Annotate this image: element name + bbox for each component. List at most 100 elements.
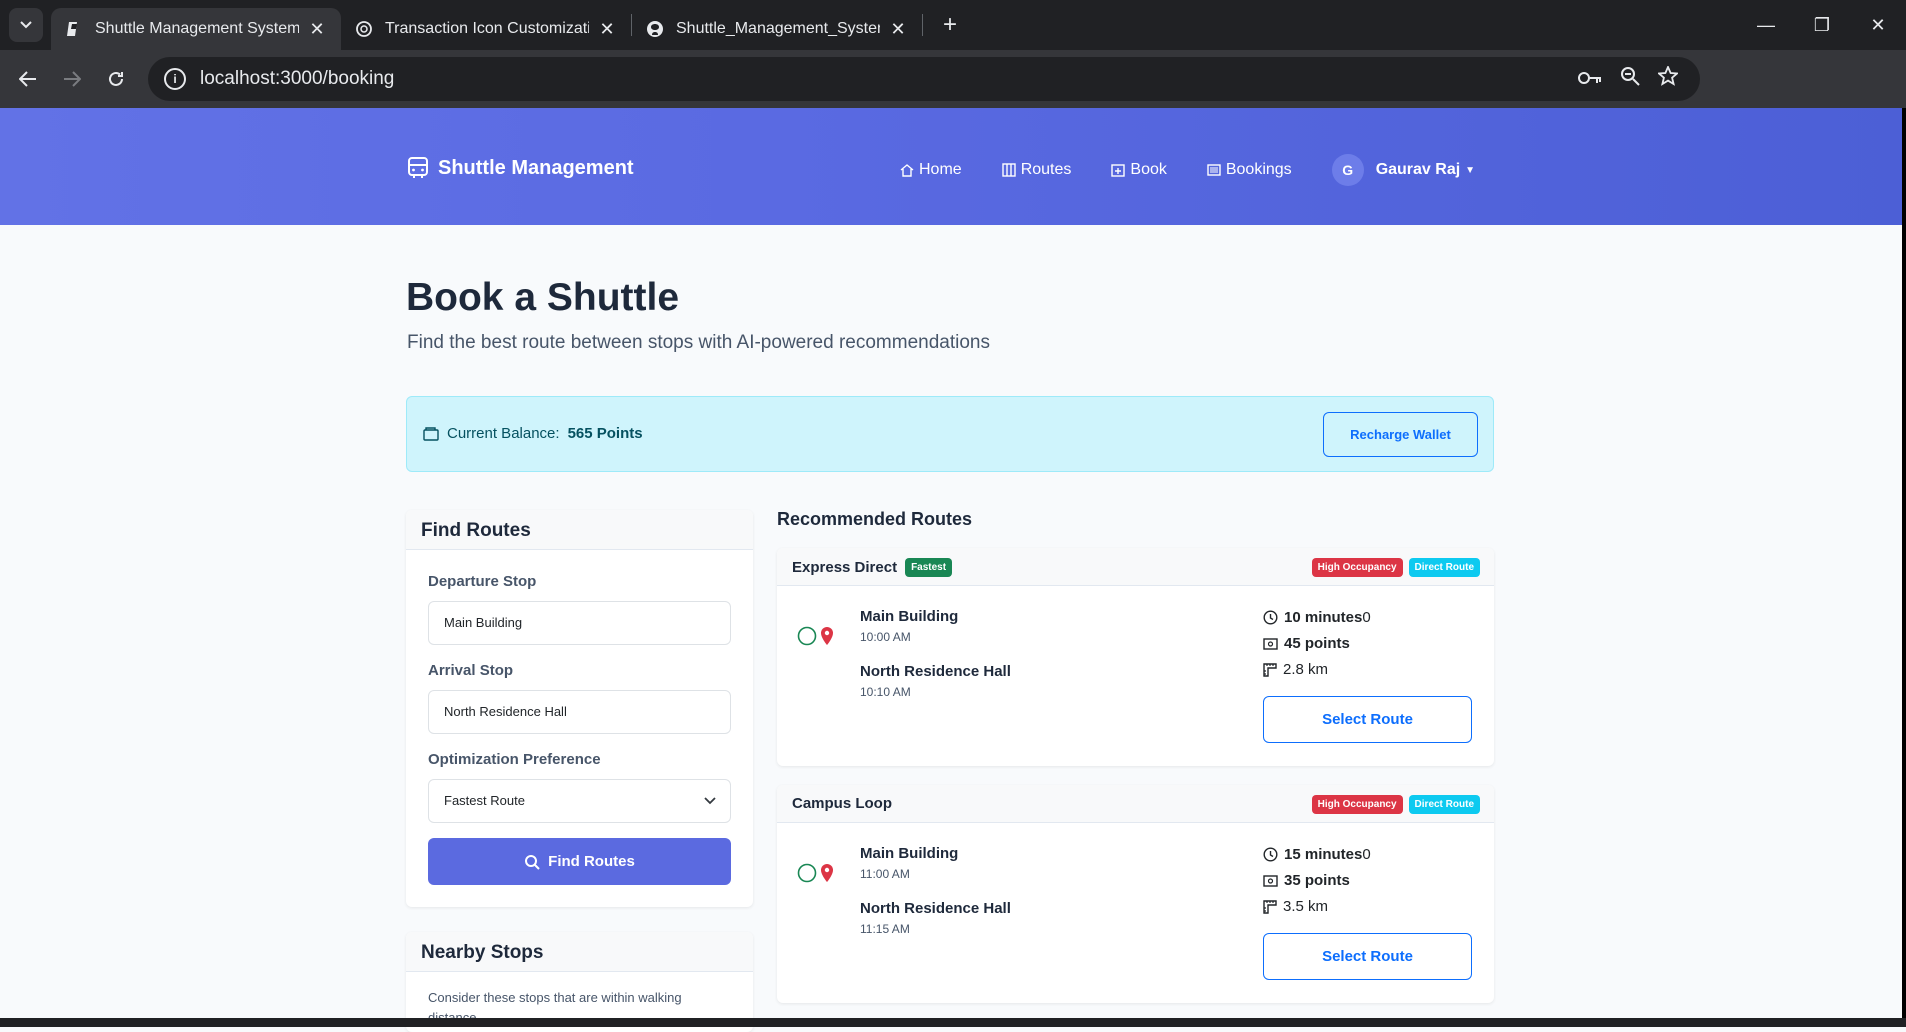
password-key-icon[interactable] <box>1578 68 1602 91</box>
chevron-down-icon <box>704 797 716 805</box>
close-tab-icon[interactable]: ✕ <box>888 19 908 40</box>
github-icon <box>646 20 664 38</box>
user-name: Gaurav Raj <box>1375 161 1461 178</box>
chevron-down-icon <box>20 21 32 29</box>
tab-title: Shuttle_Management_System/fr <box>676 20 880 37</box>
zoom-icon[interactable] <box>1620 66 1640 92</box>
new-tab-button[interactable]: + <box>935 11 965 39</box>
close-tab-icon[interactable]: ✕ <box>307 19 327 40</box>
find-routes-button[interactable]: Find Routes <box>428 838 731 885</box>
duration-value: 10 minutes <box>1284 609 1363 626</box>
nav-home[interactable]: Home <box>900 161 962 179</box>
departure-select[interactable]: Main Building <box>428 601 731 645</box>
balance-value: 565 Points <box>567 425 643 442</box>
distance-value: 3.5 km <box>1283 898 1329 915</box>
browser-tab-active[interactable]: Shuttle Management System ✕ <box>51 8 341 50</box>
nav-routes[interactable]: Routes <box>1001 161 1071 179</box>
wallet-icon <box>423 426 439 441</box>
address-bar[interactable]: i localhost:3000/booking <box>148 57 1700 101</box>
route-card-header: Campus Loop High Occupancy Direct Route <box>777 785 1494 823</box>
tab-title: Shuttle Management System <box>95 20 299 37</box>
nearby-stops-title: Nearby Stops <box>406 932 753 972</box>
cash-icon <box>1263 874 1278 887</box>
nav-bookings-label: Bookings <box>1225 161 1292 178</box>
user-menu[interactable]: G Gaurav Raj ▼ <box>1331 154 1475 186</box>
tab-search-button[interactable] <box>9 8 43 42</box>
departure-time: 11:00 AM <box>860 867 910 881</box>
chatgpt-icon <box>355 20 373 38</box>
duration-value: 15 minutes <box>1284 846 1363 863</box>
recommended-routes-title: Recommended Routes <box>777 509 973 529</box>
select-route-button[interactable]: Select Route <box>1263 933 1472 980</box>
nav-links: Home Routes Book Bookings G Gaurav Raj ▼ <box>900 154 1475 186</box>
origin-circle-icon <box>797 626 817 646</box>
clock-icon <box>1263 610 1278 625</box>
route-name-wrap: Campus Loop <box>792 795 892 812</box>
brand-name: Shuttle Management <box>438 156 634 179</box>
occupancy-badge: High Occupancy <box>1311 795 1403 814</box>
direct-route-badge: Direct Route <box>1408 558 1480 577</box>
nav-bookings[interactable]: Bookings <box>1207 161 1292 179</box>
departure-stop-name: Main Building <box>860 608 959 625</box>
site-info-icon[interactable]: i <box>164 68 186 90</box>
arrival-time: 10:10 AM <box>860 685 911 699</box>
app-navbar: Shuttle Management Home Routes Book Book… <box>0 108 1906 225</box>
arrival-time: 11:15 AM <box>860 922 910 936</box>
url-text: localhost:3000/booking <box>200 68 395 89</box>
close-window-icon[interactable]: ✕ <box>1850 0 1906 50</box>
select-route-button[interactable]: Select Route <box>1263 696 1472 743</box>
departure-stop-name: Main Building <box>860 845 959 862</box>
app-favicon-icon <box>65 20 83 38</box>
page-subtitle: Find the best route between stops with A… <box>407 332 990 353</box>
cash-icon <box>1263 637 1278 650</box>
search-icon <box>525 854 540 870</box>
preference-value: Fastest Route <box>444 793 525 808</box>
arrow-left-icon <box>19 71 36 87</box>
points-value: 45 points <box>1284 635 1350 652</box>
route-cost: 45 points <box>1263 635 1350 652</box>
restore-icon[interactable]: ❐ <box>1794 0 1850 50</box>
page-title: Book a Shuttle <box>406 276 680 319</box>
route-card: Express Direct Fastest High Occupancy Di… <box>777 548 1494 766</box>
arrival-select[interactable]: North Residence Hall <box>428 690 731 734</box>
reload-icon <box>109 71 123 86</box>
forward-button[interactable] <box>50 57 94 101</box>
window-controls: — ❐ ✕ <box>1738 0 1906 50</box>
nav-book[interactable]: Book <box>1111 161 1167 179</box>
route-path-icons <box>797 863 835 883</box>
route-cost: 35 points <box>1263 872 1350 889</box>
route-duration: 15 minutes0 <box>1263 846 1371 863</box>
back-button[interactable] <box>6 57 50 101</box>
map-pin-icon <box>821 627 833 645</box>
reload-button[interactable] <box>94 57 138 101</box>
route-name-wrap: Express Direct Fastest <box>792 558 953 577</box>
clock-icon <box>1263 847 1278 862</box>
ruler-icon <box>1263 899 1277 914</box>
find-routes-button-label: Find Routes <box>548 853 635 870</box>
occupancy-badge: High Occupancy <box>1311 558 1403 577</box>
arrival-stop-name: North Residence Hall <box>860 900 1011 917</box>
route-card-header: Express Direct Fastest High Occupancy Di… <box>777 548 1494 586</box>
page-scrollbar[interactable] <box>1902 108 1906 1018</box>
route-name: Campus Loop <box>792 795 892 812</box>
bookmark-star-icon[interactable] <box>1656 64 1680 92</box>
browser-tab[interactable]: Transaction Icon Customization ✕ <box>341 8 631 50</box>
balance-alert: Current Balance: 565 Points Recharge Wal… <box>406 396 1494 472</box>
route-distance: 3.5 km <box>1263 898 1328 915</box>
minimize-icon[interactable]: — <box>1738 0 1794 50</box>
nearby-stops-card: Nearby Stops Consider these stops that a… <box>406 932 753 1032</box>
ruler-icon <box>1263 662 1277 677</box>
browser-tab[interactable]: Shuttle_Management_System/fr ✕ <box>632 8 922 50</box>
browser-toolbar: i localhost:3000/booking K ⋮ <box>0 50 1906 143</box>
recharge-wallet-button[interactable]: Recharge Wallet <box>1323 412 1478 457</box>
tab-title: Transaction Icon Customization <box>385 20 589 37</box>
origin-circle-icon <box>797 863 817 883</box>
points-value: 35 points <box>1284 872 1350 889</box>
fastest-badge: Fastest <box>905 558 953 577</box>
close-tab-icon[interactable]: ✕ <box>597 19 617 40</box>
arrow-right-icon <box>64 71 81 87</box>
preference-select[interactable]: Fastest Route <box>428 779 731 823</box>
distance-value: 2.8 km <box>1283 661 1329 678</box>
brand[interactable]: Shuttle Management <box>406 156 634 180</box>
list-icon <box>1207 164 1221 176</box>
